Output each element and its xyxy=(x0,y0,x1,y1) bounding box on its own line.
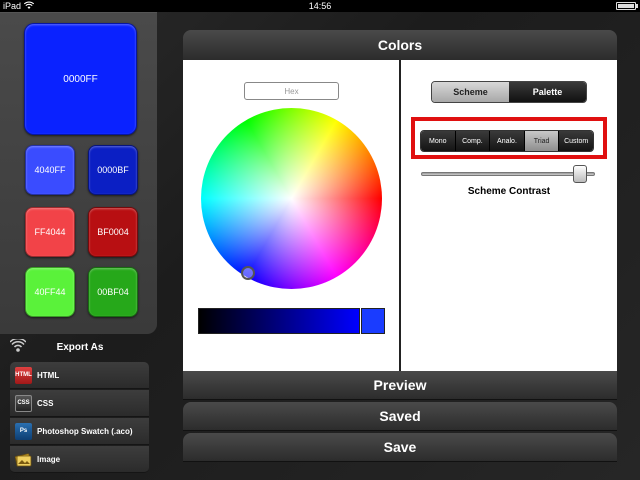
mode-segmented-control: Scheme Palette xyxy=(431,81,587,103)
main-swatch[interactable]: 0000FF xyxy=(24,23,137,135)
scheme-contrast-slider[interactable] xyxy=(421,172,595,176)
export-css-label: CSS xyxy=(37,398,54,408)
status-bar: iPad 14:56 xyxy=(0,0,640,12)
brightness-slider[interactable] xyxy=(198,308,360,334)
export-aco-label: Photoshop Swatch (.aco) xyxy=(37,426,133,436)
swatch-2[interactable]: 0000BF xyxy=(88,145,138,195)
swatch-1[interactable]: 4040FF xyxy=(25,145,75,195)
colors-header: Colors xyxy=(183,30,617,60)
photoshop-icon: Ps xyxy=(15,422,32,440)
swatch-panel: 0000FF 4040FF 0000BF FF4044 BF0004 40FF4… xyxy=(0,12,157,334)
export-image-label: Image xyxy=(37,454,61,464)
battery-icon xyxy=(616,2,638,10)
tab-palette[interactable]: Palette xyxy=(509,82,586,102)
export-aco-button[interactable]: Ps Photoshop Swatch (.aco) xyxy=(10,418,149,445)
scheme-mono[interactable]: Mono xyxy=(421,131,456,151)
wheel-handle[interactable] xyxy=(241,266,255,280)
export-html-label: HTML xyxy=(37,370,60,380)
swatch-3[interactable]: FF4044 xyxy=(25,207,75,257)
current-color-preview xyxy=(361,308,385,334)
export-title: Export As xyxy=(56,342,104,353)
scheme-contrast-label: Scheme Contrast xyxy=(467,186,551,197)
export-css-button[interactable]: CSS CSS xyxy=(10,390,149,417)
scheme-type-control: Mono Comp. Analo. Triad Custom xyxy=(420,130,594,152)
export-list: HTML HTML CSS CSS Ps Photoshop Swatch (.… xyxy=(10,362,149,474)
tab-scheme[interactable]: Scheme xyxy=(432,82,509,102)
scheme-complementary[interactable]: Comp. xyxy=(455,131,491,151)
export-image-button[interactable]: Image xyxy=(10,446,149,473)
export-html-button[interactable]: HTML HTML xyxy=(10,362,149,389)
swatch-4[interactable]: BF0004 xyxy=(88,207,138,257)
scheme-pane: Scheme Palette Mono Comp. Analo. Triad C… xyxy=(401,60,617,371)
color-wheel[interactable] xyxy=(201,108,382,289)
color-picker-pane xyxy=(183,60,399,371)
css-file-icon: CSS xyxy=(15,394,32,412)
swatch-6[interactable]: 00BF04 xyxy=(88,267,138,317)
clock: 14:56 xyxy=(308,1,332,11)
hex-input[interactable] xyxy=(244,82,339,100)
html-file-icon: HTML xyxy=(15,366,32,384)
scheme-custom[interactable]: Custom xyxy=(559,131,593,151)
scheme-contrast-thumb[interactable] xyxy=(573,165,587,183)
scheme-analogous[interactable]: Analo. xyxy=(490,131,525,151)
save-button[interactable]: Save xyxy=(183,433,617,462)
image-icon xyxy=(15,451,32,468)
preview-button[interactable]: Preview xyxy=(183,371,617,400)
swatch-5[interactable]: 40FF44 xyxy=(25,267,75,317)
saved-button[interactable]: Saved xyxy=(183,402,617,431)
scheme-triad[interactable]: Triad xyxy=(524,131,560,151)
